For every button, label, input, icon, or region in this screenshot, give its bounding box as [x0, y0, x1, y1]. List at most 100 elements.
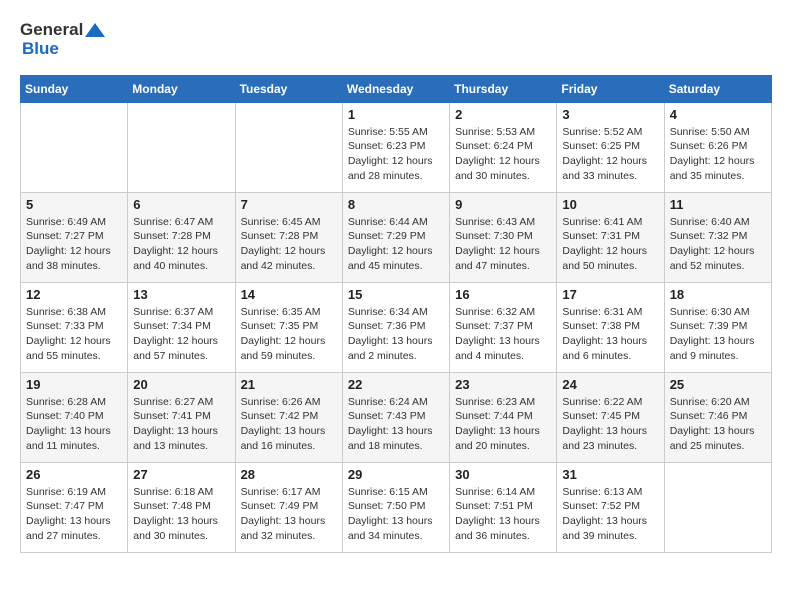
logo-icon: [85, 20, 105, 40]
cell-content: Sunrise: 6:15 AMSunset: 7:50 PMDaylight:…: [348, 485, 444, 544]
day-of-week-header: Sunday: [21, 75, 128, 102]
day-number: 20: [133, 377, 229, 392]
calendar-cell: 3 Sunrise: 5:52 AMSunset: 6:25 PMDaylight…: [557, 102, 664, 192]
day-number: 28: [241, 467, 337, 482]
calendar-cell: 20 Sunrise: 6:27 AMSunset: 7:41 PMDayligh…: [128, 372, 235, 462]
day-number: 1: [348, 107, 444, 122]
cell-content: Sunrise: 6:45 AMSunset: 7:28 PMDaylight:…: [241, 215, 337, 274]
day-number: 30: [455, 467, 551, 482]
calendar-cell: 14Sunrise: 6:35 AMSunset: 7:35 PMDayligh…: [235, 282, 342, 372]
day-number: 15: [348, 287, 444, 302]
cell-content: Sunrise: 6:43 AMSunset: 7:30 PMDaylight:…: [455, 215, 551, 274]
cell-content: Sunrise: 6:38 AMSunset: 7:33 PMDaylight:…: [26, 305, 122, 364]
calendar-cell: [664, 462, 771, 552]
calendar-cell: 2 Sunrise: 5:53 AMSunset: 6:24 PMDaylight…: [450, 102, 557, 192]
cell-content: Sunrise: 6:49 AMSunset: 7:27 PMDaylight:…: [26, 215, 122, 274]
calendar-cell: [128, 102, 235, 192]
day-number: 2: [455, 107, 551, 122]
cell-content: Sunrise: 6:23 AMSunset: 7:44 PMDaylight:…: [455, 395, 551, 454]
calendar-cell: 1 Sunrise: 5:55 AMSunset: 6:23 PMDaylight…: [342, 102, 449, 192]
cell-content: Sunrise: 5:55 AMSunset: 6:23 PMDaylight:…: [348, 125, 444, 184]
day-number: 17: [562, 287, 658, 302]
calendar-header: SundayMondayTuesdayWednesdayThursdayFrid…: [21, 75, 772, 102]
cell-content: Sunrise: 6:30 AMSunset: 7:39 PMDaylight:…: [670, 305, 766, 364]
logo: General Blue: [20, 20, 105, 59]
day-number: 23: [455, 377, 551, 392]
cell-content: Sunrise: 5:52 AMSunset: 6:25 PMDaylight:…: [562, 125, 658, 184]
calendar-cell: 13 Sunrise: 6:37 AMSunset: 7:34 PMDayligh…: [128, 282, 235, 372]
cell-content: Sunrise: 6:32 AMSunset: 7:37 PMDaylight:…: [455, 305, 551, 364]
calendar-cell: 5 Sunrise: 6:49 AMSunset: 7:27 PMDaylight…: [21, 192, 128, 282]
calendar-week-row: 1 Sunrise: 5:55 AMSunset: 6:23 PMDaylight…: [21, 102, 772, 192]
day-number: 16: [455, 287, 551, 302]
cell-content: Sunrise: 6:22 AMSunset: 7:45 PMDaylight:…: [562, 395, 658, 454]
calendar-cell: 6 Sunrise: 6:47 AMSunset: 7:28 PMDaylight…: [128, 192, 235, 282]
calendar-cell: 7 Sunrise: 6:45 AMSunset: 7:28 PMDaylight…: [235, 192, 342, 282]
day-number: 24: [562, 377, 658, 392]
calendar-cell: 27 Sunrise: 6:18 AMSunset: 7:48 PMDayligh…: [128, 462, 235, 552]
day-number: 5: [26, 197, 122, 212]
calendar-cell: 18 Sunrise: 6:30 AMSunset: 7:39 PMDayligh…: [664, 282, 771, 372]
day-number: 6: [133, 197, 229, 212]
page-header: General Blue: [20, 20, 772, 59]
cell-content: Sunrise: 6:28 AMSunset: 7:40 PMDaylight:…: [26, 395, 122, 454]
calendar-cell: 26 Sunrise: 6:19 AMSunset: 7:47 PMDayligh…: [21, 462, 128, 552]
day-number: 26: [26, 467, 122, 482]
day-number: 22: [348, 377, 444, 392]
calendar-cell: 23 Sunrise: 6:23 AMSunset: 7:44 PMDayligh…: [450, 372, 557, 462]
calendar-cell: 15 Sunrise: 6:34 AMSunset: 7:36 PMDayligh…: [342, 282, 449, 372]
day-of-week-header: Tuesday: [235, 75, 342, 102]
calendar-cell: 21 Sunrise: 6:26 AMSunset: 7:42 PMDayligh…: [235, 372, 342, 462]
calendar-week-row: 5 Sunrise: 6:49 AMSunset: 7:27 PMDaylight…: [21, 192, 772, 282]
calendar-cell: [235, 102, 342, 192]
cell-content: Sunrise: 6:18 AMSunset: 7:48 PMDaylight:…: [133, 485, 229, 544]
cell-content: Sunrise: 6:41 AMSunset: 7:31 PMDaylight:…: [562, 215, 658, 274]
calendar-cell: 31 Sunrise: 6:13 AMSunset: 7:52 PMDayligh…: [557, 462, 664, 552]
day-number: 18: [670, 287, 766, 302]
calendar-week-row: 19Sunrise: 6:28 AMSunset: 7:40 PMDayligh…: [21, 372, 772, 462]
day-number: 21: [241, 377, 337, 392]
cell-content: Sunrise: 6:47 AMSunset: 7:28 PMDaylight:…: [133, 215, 229, 274]
cell-content: Sunrise: 6:31 AMSunset: 7:38 PMDaylight:…: [562, 305, 658, 364]
day-of-week-header: Saturday: [664, 75, 771, 102]
day-number: 11: [670, 197, 766, 212]
calendar-cell: 11 Sunrise: 6:40 AMSunset: 7:32 PMDayligh…: [664, 192, 771, 282]
logo-blue-text: Blue: [22, 40, 105, 59]
day-number: 4: [670, 107, 766, 122]
calendar-cell: 4 Sunrise: 5:50 AMSunset: 6:26 PMDaylight…: [664, 102, 771, 192]
calendar-cell: 9 Sunrise: 6:43 AMSunset: 7:30 PMDaylight…: [450, 192, 557, 282]
day-number: 31: [562, 467, 658, 482]
cell-content: Sunrise: 6:44 AMSunset: 7:29 PMDaylight:…: [348, 215, 444, 274]
calendar-week-row: 26 Sunrise: 6:19 AMSunset: 7:47 PMDayligh…: [21, 462, 772, 552]
day-number: 9: [455, 197, 551, 212]
day-number: 12: [26, 287, 122, 302]
cell-content: Sunrise: 6:17 AMSunset: 7:49 PMDaylight:…: [241, 485, 337, 544]
cell-content: Sunrise: 5:53 AMSunset: 6:24 PMDaylight:…: [455, 125, 551, 184]
cell-content: Sunrise: 6:37 AMSunset: 7:34 PMDaylight:…: [133, 305, 229, 364]
day-of-week-header: Friday: [557, 75, 664, 102]
day-of-week-header: Monday: [128, 75, 235, 102]
calendar-cell: 29 Sunrise: 6:15 AMSunset: 7:50 PMDayligh…: [342, 462, 449, 552]
day-number: 3: [562, 107, 658, 122]
cell-content: Sunrise: 6:26 AMSunset: 7:42 PMDaylight:…: [241, 395, 337, 454]
calendar-cell: 30 Sunrise: 6:14 AMSunset: 7:51 PMDayligh…: [450, 462, 557, 552]
cell-content: Sunrise: 6:34 AMSunset: 7:36 PMDaylight:…: [348, 305, 444, 364]
cell-content: Sunrise: 6:13 AMSunset: 7:52 PMDaylight:…: [562, 485, 658, 544]
calendar-cell: 17 Sunrise: 6:31 AMSunset: 7:38 PMDayligh…: [557, 282, 664, 372]
cell-content: Sunrise: 6:14 AMSunset: 7:51 PMDaylight:…: [455, 485, 551, 544]
calendar-cell: 19Sunrise: 6:28 AMSunset: 7:40 PMDayligh…: [21, 372, 128, 462]
cell-content: Sunrise: 5:50 AMSunset: 6:26 PMDaylight:…: [670, 125, 766, 184]
day-number: 7: [241, 197, 337, 212]
calendar-cell: 16 Sunrise: 6:32 AMSunset: 7:37 PMDayligh…: [450, 282, 557, 372]
cell-content: Sunrise: 6:19 AMSunset: 7:47 PMDaylight:…: [26, 485, 122, 544]
calendar-cell: [21, 102, 128, 192]
cell-content: Sunrise: 6:27 AMSunset: 7:41 PMDaylight:…: [133, 395, 229, 454]
day-number: 29: [348, 467, 444, 482]
cell-content: Sunrise: 6:24 AMSunset: 7:43 PMDaylight:…: [348, 395, 444, 454]
header-row: SundayMondayTuesdayWednesdayThursdayFrid…: [21, 75, 772, 102]
day-number: 8: [348, 197, 444, 212]
day-number: 13: [133, 287, 229, 302]
cell-content: Sunrise: 6:40 AMSunset: 7:32 PMDaylight:…: [670, 215, 766, 274]
calendar-cell: 28 Sunrise: 6:17 AMSunset: 7:49 PMDayligh…: [235, 462, 342, 552]
day-number: 27: [133, 467, 229, 482]
